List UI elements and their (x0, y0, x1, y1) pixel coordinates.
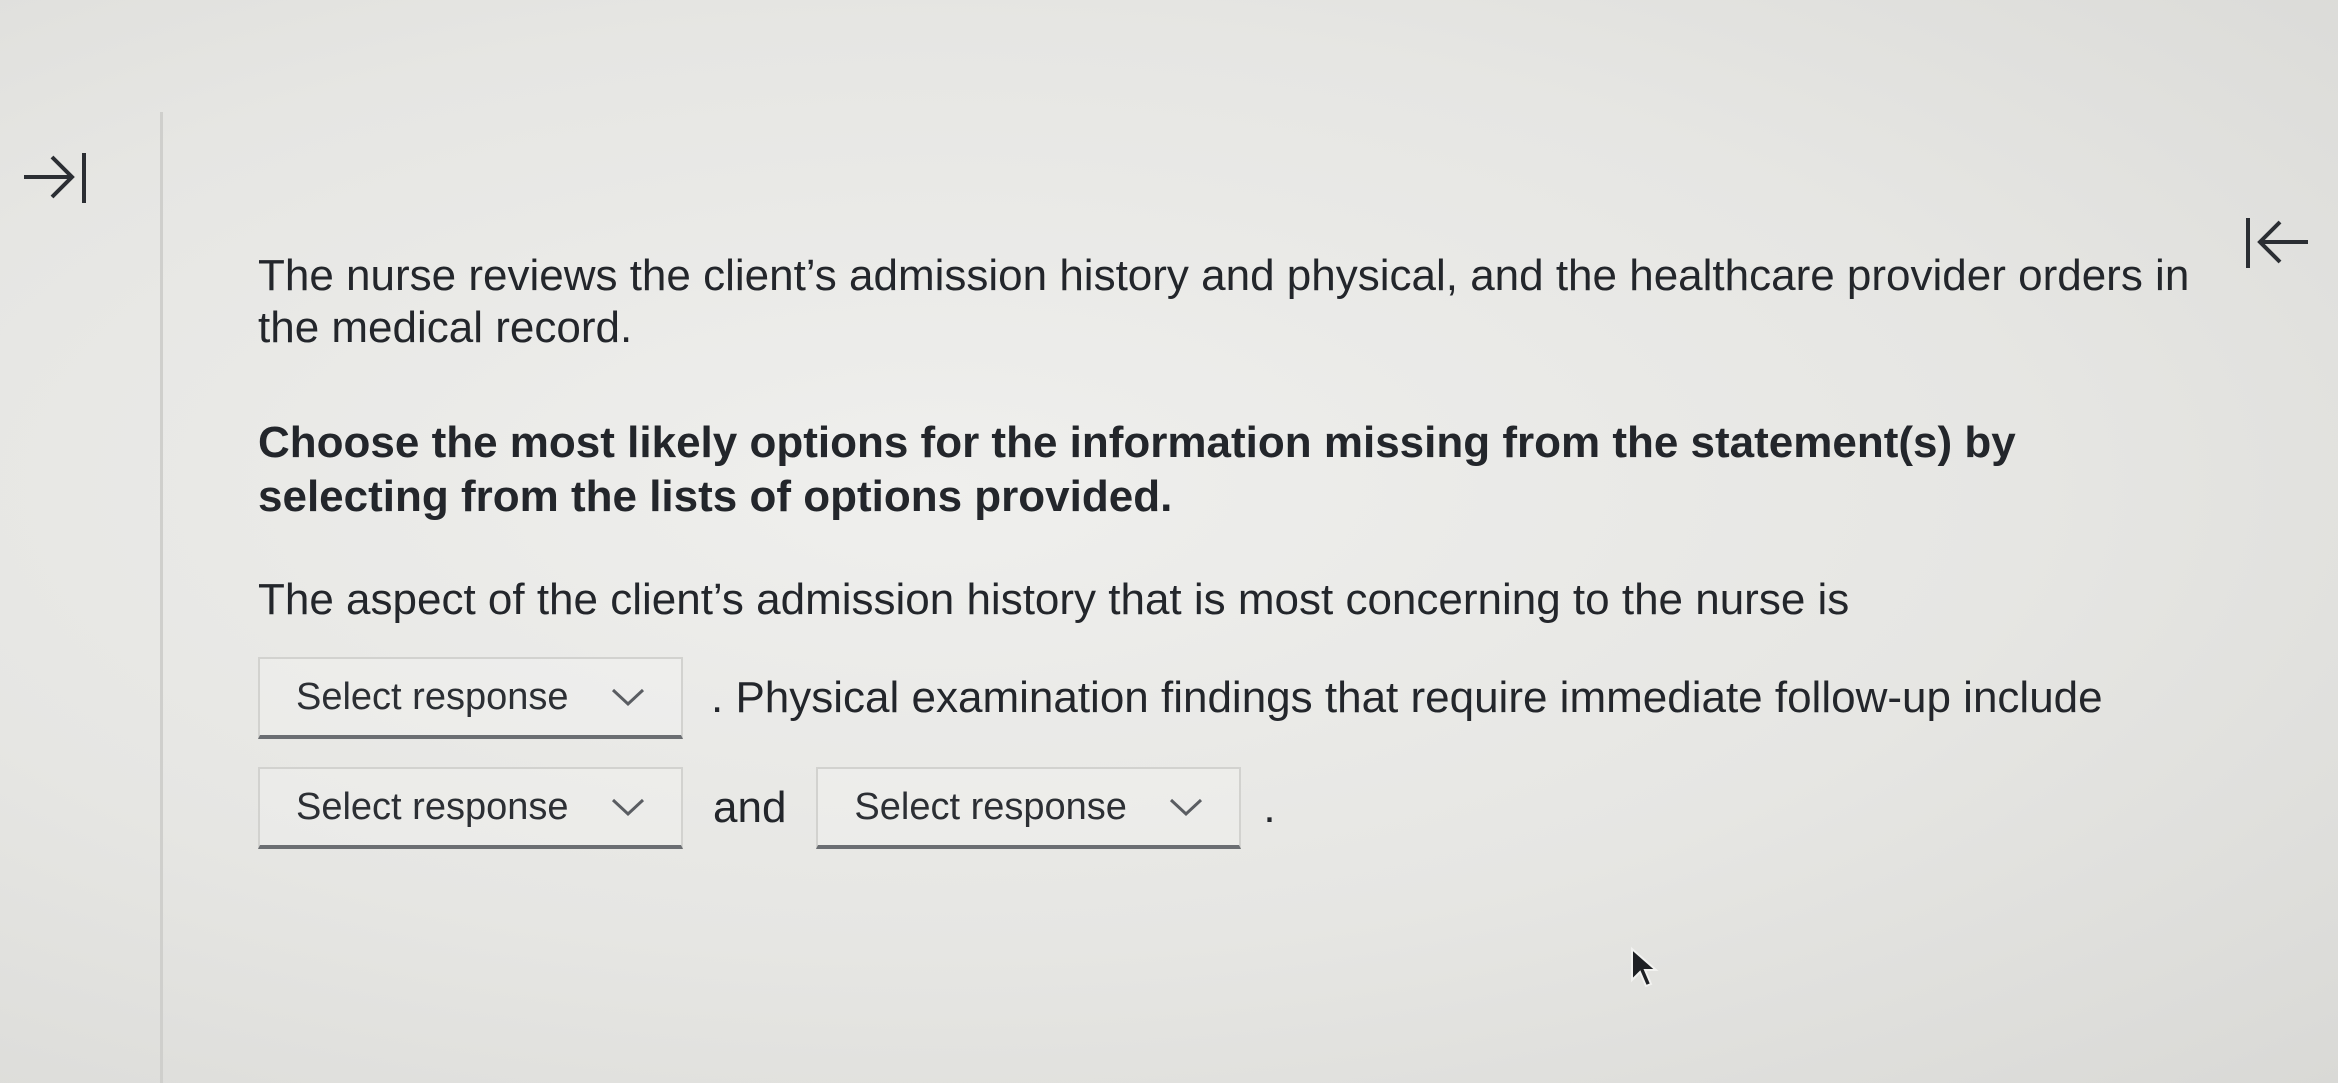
response-dropdown-2[interactable]: Select response (258, 767, 683, 849)
dropdown-label: Select response (296, 676, 569, 718)
dropdown-label: Select response (296, 786, 569, 828)
cloze-statement: The aspect of the client’s admission his… (258, 574, 2258, 850)
mouse-pointer-icon (1628, 946, 1662, 995)
arrow-right-to-bar-icon (20, 145, 92, 209)
response-dropdown-3[interactable]: Select response (816, 767, 1242, 849)
chevron-down-icon (611, 797, 645, 817)
cloze-row-1: Select response . Physical examination f… (258, 656, 2258, 740)
cloze-text-part2: . Physical examination findings that req… (711, 673, 2103, 722)
cloze-row-2: Select response and Select response . (258, 766, 2258, 850)
dropdown-label: Select response (854, 786, 1127, 828)
chevron-down-icon (1169, 797, 1203, 817)
question-instruction: Choose the most likely options for the i… (258, 418, 2016, 521)
cloze-text-and: and (713, 783, 787, 832)
expand-panel-button[interactable] (20, 145, 92, 209)
response-dropdown-1[interactable]: Select response (258, 657, 683, 739)
rail-divider (160, 112, 163, 1083)
question-stem: The nurse reviews the client’s admission… (258, 251, 2190, 352)
chevron-down-icon (611, 687, 645, 707)
question-content: The nurse reviews the client’s admission… (258, 250, 2258, 850)
cloze-text-period: . (1263, 783, 1276, 832)
cloze-text-part1: The aspect of the client’s admission his… (258, 575, 1850, 624)
